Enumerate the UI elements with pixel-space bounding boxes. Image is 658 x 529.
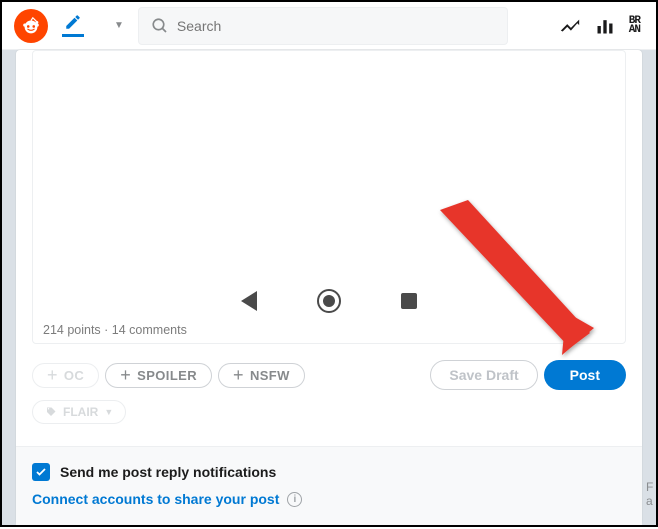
check-icon [35, 466, 47, 478]
spoiler-label: SPOILER [137, 368, 197, 383]
reddit-logo[interactable] [14, 9, 48, 43]
notify-row[interactable]: Send me post reply notifications [32, 463, 626, 481]
tag-icon [45, 406, 57, 418]
top-header: ▼ BRAN [2, 2, 656, 50]
stop-icon[interactable] [401, 293, 417, 309]
header-right: BRAN [559, 15, 644, 37]
tag-row: + OC + SPOILER + NSFW Save Draft Post [32, 360, 626, 390]
post-meta: 214 points · 14 comments [43, 323, 187, 337]
info-icon[interactable]: i [287, 492, 302, 507]
qr-icon[interactable]: BRAN [629, 17, 640, 35]
plus-icon: + [120, 368, 131, 382]
record-icon[interactable] [317, 289, 341, 313]
post-button[interactable]: Post [544, 360, 626, 390]
flair-tag: FLAIR ▼ [32, 400, 126, 424]
player-controls [241, 289, 417, 313]
footer: Send me post reply notifications Connect… [16, 446, 642, 525]
play-icon[interactable] [241, 291, 257, 311]
save-draft-button: Save Draft [430, 360, 537, 390]
flair-row: FLAIR ▼ [32, 400, 626, 424]
notify-checkbox[interactable] [32, 463, 50, 481]
chevron-down-icon[interactable]: ▼ [114, 20, 124, 31]
chart-icon[interactable] [595, 16, 615, 36]
connect-row[interactable]: Connect accounts to share your post i [32, 491, 626, 507]
oc-tag: + OC [32, 363, 99, 388]
nsfw-label: NSFW [250, 368, 290, 383]
notify-label: Send me post reply notifications [60, 464, 276, 480]
search-icon [151, 17, 169, 35]
trending-icon[interactable] [559, 15, 581, 37]
search-input[interactable] [177, 18, 495, 34]
flair-label: FLAIR [63, 405, 98, 419]
plus-icon: + [47, 368, 58, 382]
spoiler-tag[interactable]: + SPOILER [105, 363, 212, 388]
reddit-alien-icon [20, 15, 42, 37]
chevron-down-icon: ▼ [104, 407, 113, 417]
post-card: 214 points · 14 comments + OC + SPOILER … [16, 50, 642, 525]
search-bar[interactable] [138, 7, 508, 45]
nsfw-tag[interactable]: + NSFW [218, 363, 305, 388]
content-preview: 214 points · 14 comments [32, 50, 626, 344]
plus-icon: + [233, 368, 244, 382]
cropped-text: Fa [646, 480, 654, 508]
create-post-icon[interactable] [62, 15, 84, 37]
page-background: 214 points · 14 comments + OC + SPOILER … [2, 50, 656, 525]
connect-label: Connect accounts to share your post [32, 491, 279, 507]
oc-label: OC [64, 368, 84, 383]
